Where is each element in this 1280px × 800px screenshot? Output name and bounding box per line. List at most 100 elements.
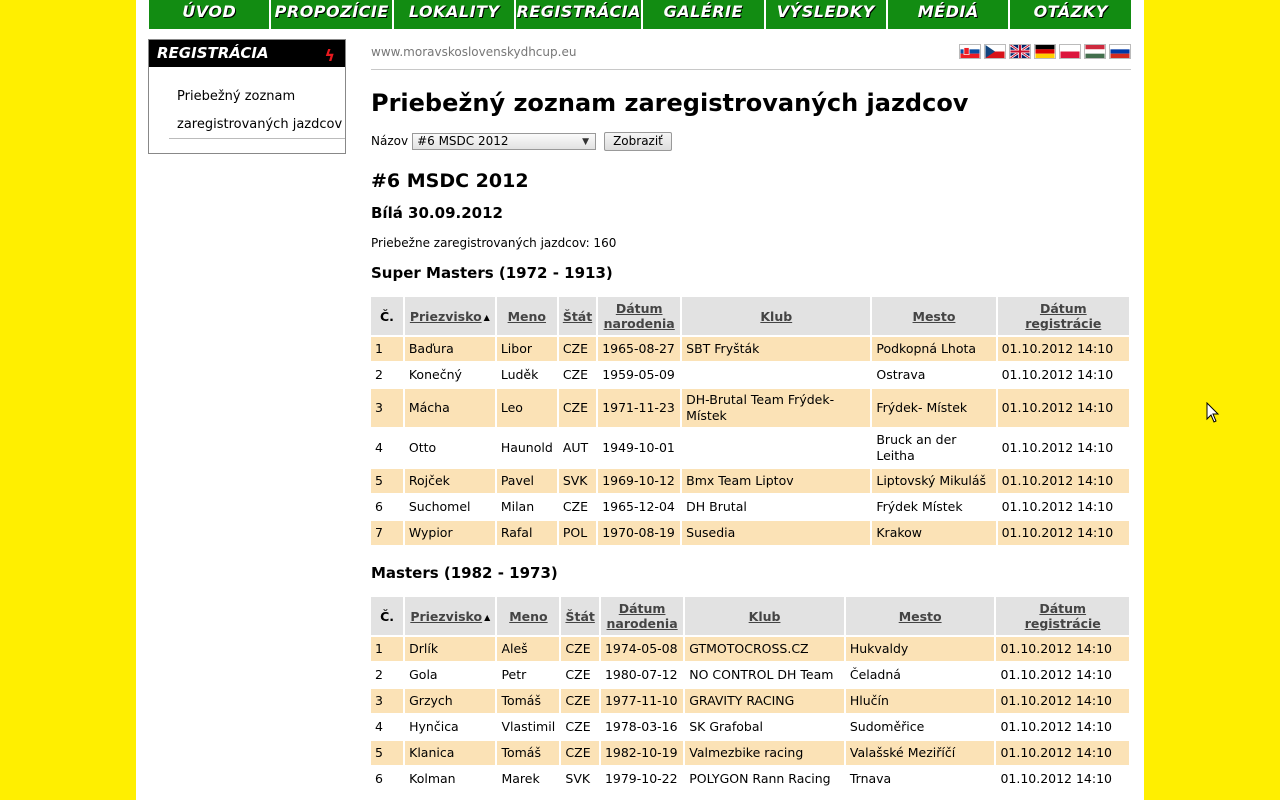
category-title: Masters (1982 - 1973): [371, 564, 558, 582]
col-city[interactable]: Mesto: [872, 297, 996, 335]
col-club[interactable]: Klub: [682, 297, 871, 335]
cell-birth: 1971-11-23: [598, 389, 681, 427]
cell-number: 5: [371, 741, 404, 765]
nav-lokality[interactable]: LOKALITY: [394, 0, 517, 29]
cell-club: GTMOTOCROSS.CZ: [685, 637, 844, 661]
cell-club: [682, 363, 871, 387]
nav-vysledky[interactable]: VÝSLEDKY: [766, 0, 888, 29]
nav-galerie[interactable]: GALÉRIE: [643, 0, 766, 29]
col-surname[interactable]: Priezvisko ▲: [405, 597, 496, 635]
col-birth[interactable]: Dátum narodenia: [600, 597, 684, 635]
col-name-link[interactable]: Meno: [509, 609, 547, 624]
cell-registration: 01.10.2012 14:10: [997, 429, 1129, 467]
col-birth[interactable]: Dátum narodenia: [598, 297, 681, 335]
cell-surname: Baďura: [404, 337, 495, 361]
url-row: www.moravskoslovenskydhcup.eu: [371, 39, 1131, 70]
col-name[interactable]: Meno: [497, 597, 560, 635]
col-country[interactable]: Štát: [558, 297, 597, 335]
col-city[interactable]: Mesto: [845, 597, 995, 635]
nav-propozicie[interactable]: PROPOZÍCIE: [271, 0, 394, 29]
slovak-flag-icon[interactable]: [959, 44, 981, 59]
col-name-link[interactable]: Meno: [508, 309, 546, 324]
cell-club: SBT Fryšták: [682, 337, 871, 361]
col-registration[interactable]: Dátum registrácie: [996, 597, 1129, 635]
polish-flag-icon[interactable]: [1059, 44, 1081, 59]
nav-registracia[interactable]: REGISTRÁCIA: [516, 0, 644, 29]
col-surname[interactable]: Priezvisko ▲: [404, 297, 495, 335]
cell-club: Bmx Team Liptov: [682, 469, 871, 493]
filter-label: Názov: [371, 134, 409, 148]
cell-club: GRAVITY RACING: [685, 689, 844, 713]
col-country-link[interactable]: Štát: [565, 609, 594, 624]
cell-name: Luděk: [496, 363, 557, 387]
table-body: 1 Drlík Aleš CZE 1974-05-08 GTMOTOCROSS.CZ Huk…: [371, 637, 1129, 791]
col-surname-link[interactable]: Priezvisko: [410, 609, 482, 624]
show-button[interactable]: Zobraziť: [604, 131, 672, 151]
german-flag-icon[interactable]: [1034, 44, 1056, 59]
cell-number: 4: [371, 429, 403, 467]
cell-number: 7: [371, 521, 403, 545]
nav-media[interactable]: MÉDIÁ: [888, 0, 1011, 29]
chevron-down-icon: ▼: [582, 136, 590, 147]
cell-city: Krakow: [872, 521, 996, 545]
cell-name: Aleš: [497, 637, 560, 661]
riders-table: Č. Priezvisko ▲ Meno Štát Dátum narodenia…: [369, 595, 1131, 793]
col-birth-link[interactable]: Dátum narodenia: [607, 601, 678, 631]
sidebar-link-registered-riders[interactable]: Priebežný zoznam zaregistrovaných jazdco…: [177, 83, 347, 139]
cell-surname: Suchomel: [404, 495, 495, 519]
col-club[interactable]: Klub: [685, 597, 844, 635]
col-country-link[interactable]: Štát: [563, 309, 592, 324]
cell-club: Valmezbike racing: [685, 741, 844, 765]
cell-registration: 01.10.2012 14:10: [997, 363, 1129, 387]
col-city-link[interactable]: Mesto: [899, 609, 942, 624]
col-birth-link[interactable]: Dátum narodenia: [604, 301, 675, 331]
uk-flag-icon[interactable]: [1009, 44, 1031, 59]
czech-flag-icon[interactable]: [984, 44, 1006, 59]
cell-city: Hukvaldy: [845, 637, 995, 661]
col-city-link[interactable]: Mesto: [913, 309, 956, 324]
cell-birth: 1969-10-12: [598, 469, 681, 493]
cell-registration: 01.10.2012 14:10: [997, 389, 1129, 427]
table-row: 2 Gola Petr CZE 1980-07-12 NO CONTROL DH Team…: [371, 663, 1129, 687]
col-registration-link[interactable]: Dátum registrácie: [1025, 601, 1101, 631]
table-row: 5 Rojček Pavel SVK 1969-10-12 Bmx Team Liptov…: [371, 469, 1129, 493]
lightning-bolt-icon: ϟ: [324, 46, 335, 65]
cell-surname: Hynčica: [405, 715, 496, 739]
table-row: 5 Klanica Tomáš CZE 1982-10-19 Valmezbike rac…: [371, 741, 1129, 765]
cell-surname: Kolman: [405, 767, 496, 791]
nav-uvod[interactable]: ÚVOD: [149, 0, 272, 29]
cell-birth: 1978-03-16: [600, 715, 684, 739]
event-subtitle: Bílá 30.09.2012: [371, 204, 503, 222]
col-surname-link[interactable]: Priezvisko: [410, 309, 482, 324]
table-row: 3 Grzych Tomáš CZE 1977-11-10 GRAVITY RACING H…: [371, 689, 1129, 713]
table-row: 4 Hynčica Vlastimil CZE 1978-03-16 SK Grafoba…: [371, 715, 1129, 739]
sort-asc-icon: ▲: [483, 312, 490, 322]
table-row: 6 Suchomel Milan CZE 1965-12-04 DH Brutal Frýd…: [371, 495, 1129, 519]
cell-registration: 01.10.2012 14:10: [996, 663, 1129, 687]
cell-country: CZE: [558, 495, 597, 519]
col-registration[interactable]: Dátum registrácie: [997, 297, 1129, 335]
cell-city: Podkopná Lhota: [872, 337, 996, 361]
cell-name: Tomáš: [497, 689, 560, 713]
cell-surname: Gola: [405, 663, 496, 687]
hungarian-flag-icon[interactable]: [1084, 44, 1106, 59]
cell-country: SVK: [558, 469, 597, 493]
russian-flag-icon[interactable]: [1109, 44, 1131, 59]
col-registration-link[interactable]: Dátum registrácie: [1025, 301, 1101, 331]
cell-name: Libor: [496, 337, 557, 361]
nav-otazky[interactable]: OTÁZKY: [1010, 0, 1130, 29]
category-title: Super Masters (1972 - 1913): [371, 264, 613, 282]
event-select[interactable]: #6 MSDC 2012 ▼: [412, 132, 597, 150]
filter-row: Názov #6 MSDC 2012 ▼ Zobraziť: [371, 131, 1131, 151]
col-name[interactable]: Meno: [496, 297, 557, 335]
col-country[interactable]: Štát: [561, 597, 599, 635]
col-club-link[interactable]: Klub: [749, 609, 781, 624]
col-club-link[interactable]: Klub: [760, 309, 792, 324]
cell-country: POL: [558, 521, 597, 545]
cell-number: 6: [371, 767, 404, 791]
cell-club: DH-Brutal Team Frýdek-Místek: [682, 389, 871, 427]
sidebar-title: REGISTRÁCIA: [157, 44, 269, 62]
table-row: 1 Baďura Libor CZE 1965-08-27 SBT Fryšták Podk…: [371, 337, 1129, 361]
cell-registration: 01.10.2012 14:10: [996, 637, 1129, 661]
cell-country: SVK: [561, 767, 599, 791]
